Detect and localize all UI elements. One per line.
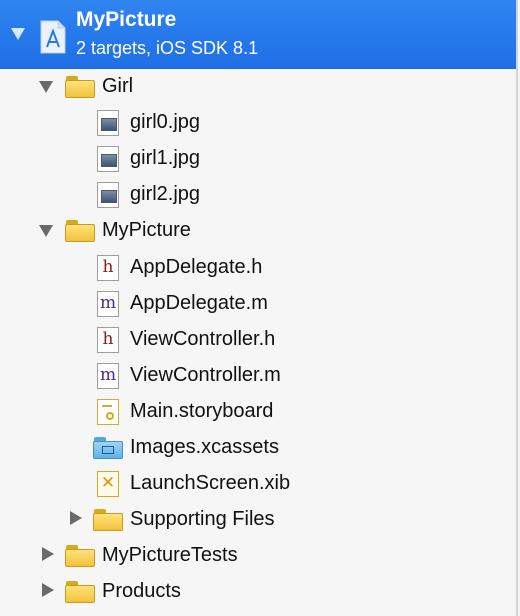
tree-row-supporting-files[interactable]: Supporting Files bbox=[0, 502, 516, 536]
xcode-project-icon bbox=[40, 20, 66, 54]
tree-row-mypicturetests[interactable]: MyPictureTests bbox=[0, 538, 516, 572]
project-subtitle: 2 targets, iOS SDK 8.1 bbox=[76, 38, 259, 58]
tree-row-launchscreen-xib[interactable]: ✕ LaunchScreen.xib bbox=[0, 466, 516, 500]
tree-row-girl1[interactable]: girl1.jpg bbox=[0, 141, 516, 175]
disclosure-expanded-icon[interactable] bbox=[39, 81, 53, 93]
header-file-icon: h bbox=[97, 327, 119, 353]
folder-icon bbox=[65, 220, 95, 242]
tree-row-label: LaunchScreen.xib bbox=[130, 472, 291, 494]
tree-row-appdelegate-m[interactable]: m AppDelegate.m bbox=[0, 286, 516, 320]
folder-icon bbox=[65, 545, 95, 567]
tree-row-label: AppDelegate.h bbox=[130, 256, 263, 278]
tree-row-label: Girl bbox=[102, 75, 134, 97]
folder-icon bbox=[65, 76, 95, 98]
disclosure-collapsed-icon[interactable] bbox=[42, 547, 54, 561]
implementation-file-icon: m bbox=[97, 291, 119, 317]
tree-row-label: girl1.jpg bbox=[130, 147, 201, 169]
tree-row-products[interactable]: Products bbox=[0, 574, 516, 608]
tree-row-label: Products bbox=[102, 580, 181, 602]
tree-row-girl0[interactable]: girl0.jpg bbox=[0, 105, 516, 139]
tree-row-label: AppDelegate.m bbox=[130, 292, 268, 314]
disclosure-expanded-icon[interactable] bbox=[11, 28, 25, 40]
tree-row-viewcontroller-h[interactable]: h ViewController.h bbox=[0, 322, 516, 356]
tree-row-label: MyPictureTests bbox=[102, 544, 238, 566]
tree-row-label: Images.xcassets bbox=[130, 436, 279, 458]
tree-row-mypicture-folder[interactable]: MyPicture bbox=[0, 213, 516, 247]
tree-row-main-storyboard[interactable]: Main.storyboard bbox=[0, 394, 516, 428]
asset-catalog-icon bbox=[93, 437, 123, 459]
tree-row-viewcontroller-m[interactable]: m ViewController.m bbox=[0, 358, 516, 392]
tree-row-label: MyPicture bbox=[102, 219, 191, 241]
image-file-icon bbox=[97, 110, 119, 136]
project-name: MyPicture bbox=[76, 8, 177, 31]
folder-icon bbox=[65, 581, 95, 603]
tree-row-label: girl0.jpg bbox=[130, 111, 201, 133]
tree-row-girl2[interactable]: girl2.jpg bbox=[0, 177, 516, 211]
tree-row-label: Supporting Files bbox=[130, 508, 275, 530]
implementation-file-icon: m bbox=[97, 363, 119, 389]
tree-row-label: girl2.jpg bbox=[130, 183, 201, 205]
disclosure-collapsed-icon[interactable] bbox=[42, 583, 54, 597]
project-root-row[interactable]: MyPicture 2 targets, iOS SDK 8.1 bbox=[0, 0, 516, 69]
tree-row-label: Main.storyboard bbox=[130, 400, 274, 422]
disclosure-expanded-icon[interactable] bbox=[39, 225, 53, 237]
tree-row-appdelegate-h[interactable]: h AppDelegate.h bbox=[0, 250, 516, 284]
folder-icon bbox=[93, 509, 123, 531]
tree-row-girl-folder[interactable]: Girl bbox=[0, 69, 516, 103]
tree-row-label: ViewController.h bbox=[130, 328, 276, 350]
tree-row-images-xcassets[interactable]: Images.xcassets bbox=[0, 430, 516, 464]
storyboard-file-icon bbox=[97, 399, 119, 425]
image-file-icon bbox=[97, 182, 119, 208]
disclosure-collapsed-icon[interactable] bbox=[70, 511, 82, 525]
xib-file-icon: ✕ bbox=[97, 471, 119, 497]
tree-row-label: ViewController.m bbox=[130, 364, 281, 386]
project-navigator: MyPicture 2 targets, iOS SDK 8.1 Girl gi… bbox=[0, 0, 518, 616]
image-file-icon bbox=[97, 146, 119, 172]
header-file-icon: h bbox=[97, 255, 119, 281]
